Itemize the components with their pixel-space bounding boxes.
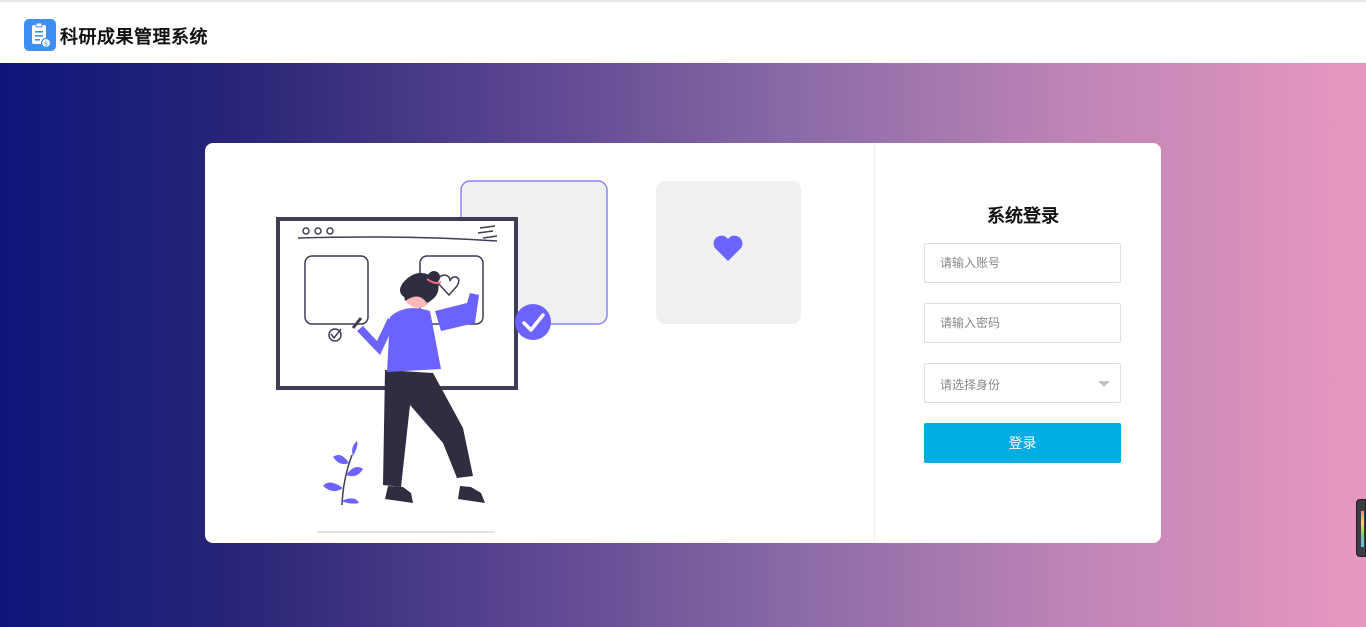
password-input[interactable] — [924, 303, 1121, 343]
svg-text:$: $ — [44, 41, 48, 48]
role-select-placeholder: 请选择身份 — [940, 378, 1001, 392]
clipboard-logo-icon: $ — [24, 19, 56, 51]
check-circle-icon — [515, 304, 551, 340]
plant-icon — [323, 441, 363, 506]
login-panel: 系统登录 请选择身份 登录 — [875, 143, 1161, 543]
login-card: 系统登录 请选择身份 登录 — [205, 143, 1161, 543]
illustration — [276, 180, 801, 533]
login-background: 系统登录 请选择身份 登录 — [0, 63, 1366, 627]
top-header: $ 科研成果管理系统 — [0, 0, 1366, 63]
role-select[interactable]: 请选择身份 — [924, 363, 1121, 403]
login-button[interactable]: 登录 — [924, 423, 1121, 463]
app-title: 科研成果管理系统 — [60, 27, 208, 48]
chevron-down-icon — [1098, 381, 1110, 387]
side-toolbar-handle[interactable] — [1356, 499, 1366, 557]
login-title: 系统登录 — [987, 206, 1059, 227]
account-input[interactable] — [924, 243, 1121, 283]
